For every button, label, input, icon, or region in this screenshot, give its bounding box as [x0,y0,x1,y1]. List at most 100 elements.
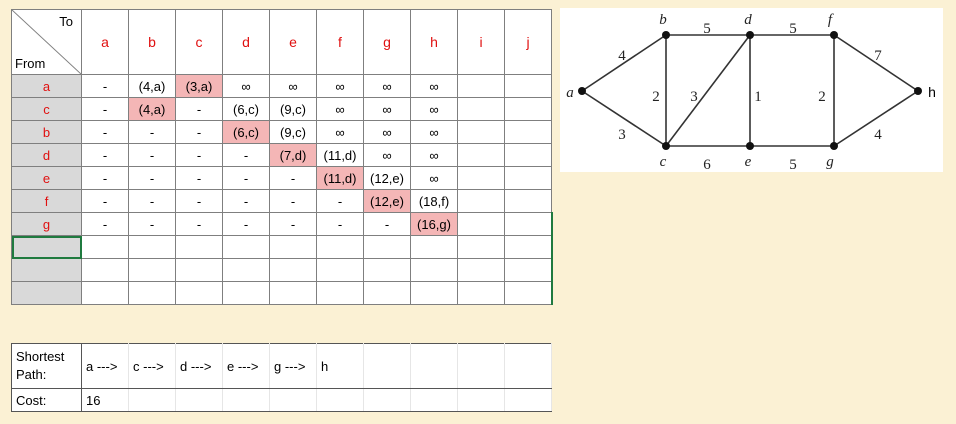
row-header[interactable]: b [11,120,82,144]
cost-label[interactable]: Cost: [11,388,82,412]
table-cell[interactable]: (4,a) [128,97,176,121]
table-cell[interactable]: - [81,212,129,236]
table-cell[interactable]: ∞ [410,120,458,144]
column-header-h[interactable]: h [410,9,458,75]
table-cell[interactable]: - [81,143,129,167]
table-cell[interactable]: - [222,189,270,213]
cost-cell[interactable] [222,388,270,412]
table-cell[interactable] [504,97,552,121]
table-cell[interactable] [363,258,411,282]
table-cell[interactable]: (12,e) [363,166,411,190]
row-header[interactable]: c [11,97,82,121]
table-cell[interactable] [175,235,223,259]
table-cell[interactable]: (9,c) [269,120,317,144]
path-cell[interactable] [504,343,552,389]
row-header[interactable]: g [11,212,82,236]
table-corner-header[interactable]: To From [11,9,82,75]
table-cell[interactable] [504,166,552,190]
table-cell[interactable]: ∞ [363,74,411,98]
table-cell[interactable]: ∞ [363,143,411,167]
row-header[interactable]: a [11,74,82,98]
table-cell[interactable]: - [81,97,129,121]
cost-cell[interactable] [410,388,458,412]
path-step[interactable]: d ---> [175,343,223,389]
cost-cell[interactable] [457,388,505,412]
cost-cell[interactable] [316,388,364,412]
table-cell[interactable]: ∞ [410,143,458,167]
table-cell[interactable] [316,235,364,259]
table-cell[interactable] [269,235,317,259]
table-cell[interactable]: (3,a) [175,74,223,98]
table-cell[interactable]: - [175,212,223,236]
column-header-a[interactable]: a [81,9,129,75]
table-cell[interactable] [81,281,129,305]
table-cell[interactable] [363,281,411,305]
table-cell[interactable] [128,281,176,305]
row-header[interactable] [11,258,82,282]
path-step[interactable]: g ---> [269,343,317,389]
path-step[interactable]: c ---> [128,343,176,389]
table-cell[interactable] [457,281,505,305]
table-cell[interactable] [269,281,317,305]
table-cell[interactable]: (11,d) [316,166,364,190]
row-header[interactable]: e [11,166,82,190]
table-cell[interactable] [457,74,505,98]
table-cell[interactable]: - [81,74,129,98]
table-cell[interactable]: (7,d) [269,143,317,167]
table-cell[interactable]: - [269,212,317,236]
table-cell[interactable] [457,212,505,236]
cost-cell[interactable] [175,388,223,412]
column-header-c[interactable]: c [175,9,223,75]
table-cell[interactable]: - [316,212,364,236]
cost-cell[interactable] [128,388,176,412]
table-cell[interactable]: ∞ [316,97,364,121]
table-cell[interactable] [457,166,505,190]
table-cell[interactable] [128,235,176,259]
table-cell[interactable]: - [269,166,317,190]
table-cell[interactable] [504,120,552,144]
table-cell[interactable] [222,281,270,305]
table-cell[interactable] [457,143,505,167]
table-cell[interactable] [410,281,458,305]
table-cell[interactable]: ∞ [222,74,270,98]
table-cell[interactable]: - [128,143,176,167]
table-cell[interactable]: - [81,189,129,213]
table-cell[interactable]: - [175,143,223,167]
cost-cell[interactable] [269,388,317,412]
path-step[interactable]: a ---> [81,343,129,389]
column-header-i[interactable]: i [457,9,505,75]
path-cell[interactable] [363,343,411,389]
table-cell[interactable]: ∞ [410,166,458,190]
table-cell[interactable]: (11,d) [316,143,364,167]
table-cell[interactable] [175,281,223,305]
table-cell[interactable]: - [175,166,223,190]
table-cell[interactable] [410,258,458,282]
column-header-j[interactable]: j [504,9,552,75]
table-cell[interactable] [504,74,552,98]
table-cell[interactable]: (16,g) [410,212,458,236]
column-header-b[interactable]: b [128,9,176,75]
table-cell[interactable]: (12,e) [363,189,411,213]
table-cell[interactable] [363,235,411,259]
row-header[interactable] [11,235,82,259]
shortest-path-label[interactable]: Shortest Path: [11,343,82,389]
column-header-d[interactable]: d [222,9,270,75]
path-cell[interactable] [410,343,458,389]
table-cell[interactable]: - [222,143,270,167]
table-cell[interactable] [410,235,458,259]
table-cell[interactable] [175,258,223,282]
table-cell[interactable] [457,235,505,259]
table-cell[interactable]: - [175,189,223,213]
table-cell[interactable]: ∞ [316,74,364,98]
cost-value[interactable]: 16 [81,388,129,412]
table-cell[interactable]: ∞ [269,74,317,98]
column-header-e[interactable]: e [269,9,317,75]
row-header[interactable]: f [11,189,82,213]
table-cell[interactable]: - [222,212,270,236]
table-cell[interactable]: (9,c) [269,97,317,121]
table-cell[interactable] [316,281,364,305]
cost-cell[interactable] [363,388,411,412]
table-cell[interactable] [504,258,553,282]
table-cell[interactable]: (18,f) [410,189,458,213]
table-cell[interactable]: ∞ [410,74,458,98]
